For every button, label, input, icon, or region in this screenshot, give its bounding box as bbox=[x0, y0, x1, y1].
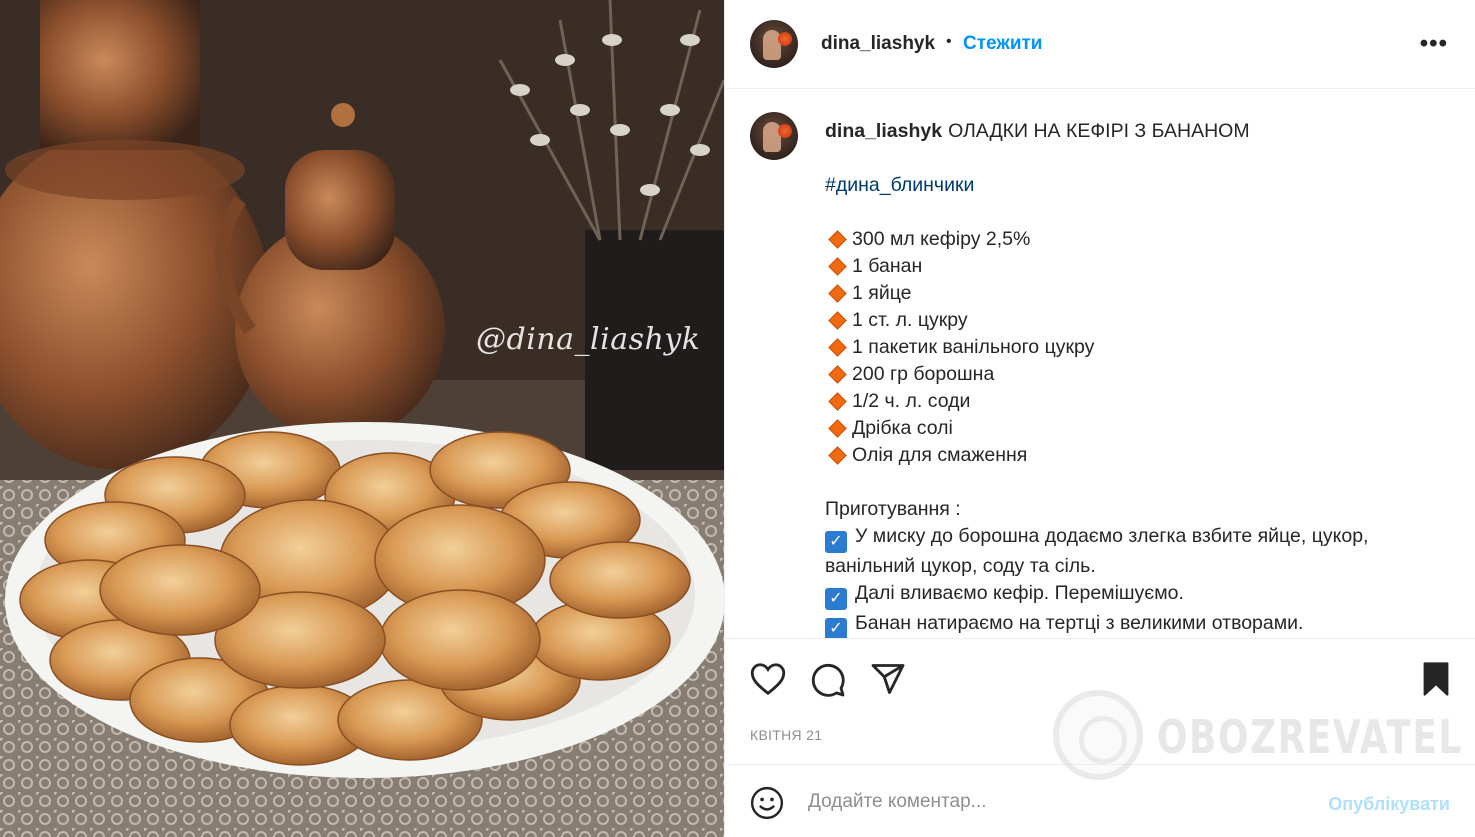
steps-heading: Приготування : bbox=[825, 498, 961, 520]
comment-input[interactable] bbox=[808, 785, 1288, 819]
orange-diamond-icon bbox=[828, 392, 847, 411]
photo-watermark-text: @dina_liashyk bbox=[476, 322, 701, 357]
orange-diamond-icon bbox=[828, 284, 847, 303]
ingredient-item: 1/2 ч. л. соди bbox=[825, 388, 1435, 415]
orange-diamond-icon bbox=[828, 257, 847, 276]
post-details-panel: dina_liashyk • Стежити ••• dina_liashyk О… bbox=[724, 0, 1475, 837]
ingredient-item: Олія для смаження bbox=[825, 442, 1435, 469]
step-item: ✓ Банан натираємо на тертці з великими от… bbox=[825, 610, 1435, 638]
step-item: ✓ У миску до борошна додаємо злегка взбит… bbox=[825, 525, 1369, 577]
caption-title: ОЛАДКИ НА КЕФІРІ З БАНАНОМ bbox=[948, 120, 1250, 142]
emoji-smile-icon[interactable] bbox=[750, 786, 784, 820]
publish-button[interactable]: Опублікувати bbox=[1328, 794, 1450, 815]
caption-text: dina_liashyk ОЛАДКИ НА КЕФІРІ З БАНАНОМ #… bbox=[825, 118, 1435, 638]
avatar[interactable] bbox=[750, 20, 798, 68]
ingredient-item: 1 банан bbox=[825, 253, 1435, 280]
comment-bar: Опублікувати bbox=[725, 764, 1475, 837]
orange-diamond-icon bbox=[828, 419, 847, 438]
ingredient-item: 1 ст. л. цукру bbox=[825, 307, 1435, 334]
pancakes-image bbox=[0, 0, 724, 837]
ingredient-item: 1 яйце bbox=[825, 280, 1435, 307]
orange-diamond-icon bbox=[828, 230, 847, 249]
separator-dot: • bbox=[946, 33, 952, 50]
hashtag-link[interactable]: #дина_блинчики bbox=[825, 174, 974, 196]
like-heart-icon[interactable] bbox=[750, 662, 786, 696]
post-photo[interactable]: @dina_liashyk bbox=[0, 0, 724, 837]
step-item: ✓ Далі вливаємо кефір. Перемішуємо. bbox=[825, 580, 1435, 610]
orange-diamond-icon bbox=[828, 338, 847, 357]
caption-username[interactable]: dina_liashyk bbox=[825, 120, 942, 142]
caption-area[interactable]: dina_liashyk ОЛАДКИ НА КЕФІРІ З БАНАНОМ #… bbox=[725, 90, 1475, 638]
checkbox-icon: ✓ bbox=[825, 618, 847, 638]
post-header: dina_liashyk • Стежити ••• bbox=[725, 0, 1475, 89]
share-send-icon[interactable] bbox=[870, 662, 906, 696]
ingredient-item: 200 гр борошна bbox=[825, 361, 1435, 388]
header-username[interactable]: dina_liashyk bbox=[821, 33, 935, 55]
post-date[interactable]: КВІТНЯ 21 bbox=[750, 727, 822, 743]
orange-diamond-icon bbox=[828, 365, 847, 384]
action-bar: КВІТНЯ 21 bbox=[725, 638, 1475, 766]
bookmark-saved-icon[interactable] bbox=[1421, 662, 1451, 696]
ingredient-item: 1 пакетик ванільного цукру bbox=[825, 334, 1435, 361]
more-options-icon[interactable]: ••• bbox=[1420, 30, 1448, 58]
orange-diamond-icon bbox=[828, 446, 847, 465]
comment-bubble-icon[interactable] bbox=[810, 662, 846, 698]
caption-avatar[interactable] bbox=[750, 112, 798, 160]
checkbox-icon: ✓ bbox=[825, 531, 847, 553]
follow-button[interactable]: Стежити bbox=[963, 33, 1042, 55]
ingredient-item: Дрібка солі bbox=[825, 415, 1435, 442]
checkbox-icon: ✓ bbox=[825, 588, 847, 610]
orange-diamond-icon bbox=[828, 311, 847, 330]
ingredient-item: 300 мл кефіру 2,5% bbox=[825, 226, 1435, 253]
